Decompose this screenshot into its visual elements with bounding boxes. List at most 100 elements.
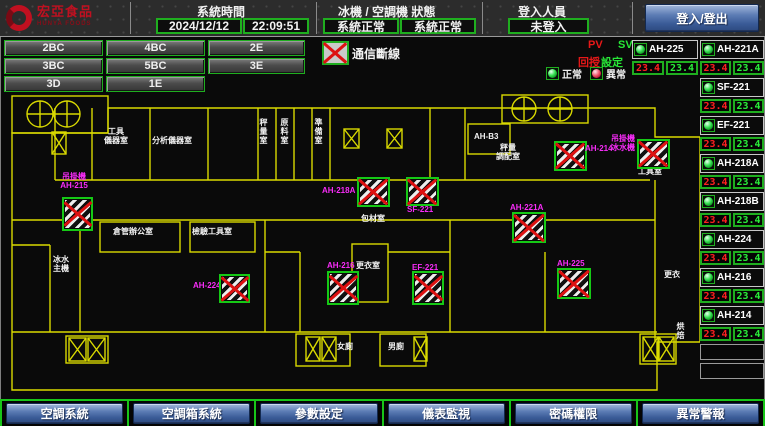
sv-value: 23.4 <box>733 175 764 189</box>
comm-loss-marker-ah-221a[interactable] <box>512 212 546 243</box>
floor-button-2bc[interactable]: 2BC <box>4 40 103 56</box>
unit-name: AH-214 <box>717 310 751 321</box>
pv-value: 23.4 <box>700 137 731 151</box>
comm-loss-marker-ah-215[interactable] <box>62 197 93 231</box>
room-label: 烘焙 <box>676 322 685 340</box>
normal-led-icon <box>546 67 559 80</box>
header-bar: 宏亞食品 HUNYA FOODS 系統時間 2024/12/12 22:09:5… <box>0 0 765 37</box>
comm-loss-marker-ef-221[interactable] <box>412 271 444 305</box>
room-label: 冰水 主機 <box>53 255 69 273</box>
unit-status-led-icon <box>702 309 715 322</box>
comm-loss-marker-ah-214[interactable] <box>554 141 587 171</box>
unit-ah-214[interactable]: AH-214 <box>700 306 764 325</box>
floor-button-3bc[interactable]: 3BC <box>4 58 103 74</box>
empty-unit-slot <box>700 344 764 360</box>
unit-sf-221[interactable]: SF-221 <box>700 78 764 97</box>
unit-name: AH-221A <box>717 44 759 55</box>
unit-ah-225[interactable]: AH-225 <box>632 40 698 59</box>
equipment-label: 吊掛機 冰水機 <box>610 134 636 152</box>
equipment-label: AH-221A <box>510 203 543 212</box>
floor-button-3d[interactable]: 3D <box>4 76 103 92</box>
empty-unit-slot <box>700 363 764 379</box>
unit-values: 23.4 23.4 <box>700 99 764 113</box>
abnormal-legend: 異常 <box>590 66 626 81</box>
divider <box>130 2 131 34</box>
unit-ah-218b[interactable]: AH-218B <box>700 192 764 211</box>
equipment-label: 吊掛機 AH-215 <box>56 172 92 190</box>
unit-status-led-icon <box>702 271 715 284</box>
comm-loss-marker-hoist[interactable] <box>637 139 670 169</box>
floor-button-5bc[interactable]: 5BC <box>106 58 205 74</box>
equipment-label: AH-214 <box>585 144 613 153</box>
room-label: AH-B3 <box>474 132 498 141</box>
floor-button-2e[interactable]: 2E <box>208 40 305 56</box>
equipment-label: AH-216 <box>327 261 355 270</box>
floor-button-3e[interactable]: 3E <box>208 58 305 74</box>
unit-values: 23.4 23.4 <box>700 175 764 189</box>
unit-name: AH-224 <box>717 234 751 245</box>
equipment-label: AH-224 <box>193 281 221 290</box>
unit-values: 23.4 23.4 <box>700 213 764 227</box>
comm-loss-marker-ah-225[interactable] <box>557 268 591 299</box>
equipment-label: AH-225 <box>557 259 585 268</box>
nav-meter-monitor-button[interactable]: 儀表監視 <box>388 403 505 424</box>
room-label: 女廁 <box>337 342 353 351</box>
room-label: 準備室 <box>314 118 323 145</box>
unit-values: 23.4 23.4 <box>700 137 764 151</box>
unit-status-led-icon <box>702 43 715 56</box>
equipment-label: AH-218A <box>322 186 355 195</box>
abnormal-legend-label: 異常 <box>606 66 626 81</box>
footer-nav: 空調系統 空調箱系統 參數設定 儀表監視 密碼權限 異常警報 <box>0 399 765 426</box>
unit-values: 23.4 23.4 <box>700 251 764 265</box>
chiller-status-value: 系統正常 <box>323 18 399 34</box>
unit-ah-221a[interactable]: AH-221A <box>700 40 764 59</box>
room-label: 包材室 <box>361 214 385 223</box>
comm-loss-legend-icon <box>322 41 349 65</box>
nav-password-auth-button[interactable]: 密碼權限 <box>515 403 632 424</box>
brand-name-en: HUNYA FOODS <box>37 18 93 31</box>
nav-alarm-button[interactable]: 異常警報 <box>642 403 759 424</box>
comm-loss-marker-ah-224[interactable] <box>219 274 250 303</box>
pv-value: 23.4 <box>700 289 731 303</box>
login-user-value: 未登入 <box>508 18 589 34</box>
nav-ac-system-button[interactable]: 空調系統 <box>6 403 123 424</box>
comm-loss-marker-sf-221[interactable] <box>406 177 439 206</box>
unit-status-led-icon <box>702 119 715 132</box>
room-label: 秤量 調配室 <box>496 143 520 161</box>
floor-button-1e[interactable]: 1E <box>106 76 205 92</box>
unit-ah-224[interactable]: AH-224 <box>700 230 764 249</box>
sv-value: 23.4 <box>733 251 764 265</box>
pv-value: 23.4 <box>632 61 664 75</box>
floor-button-4bc[interactable]: 4BC <box>106 40 205 56</box>
unit-name: SF-221 <box>717 82 750 93</box>
unit-ah-216[interactable]: AH-216 <box>700 268 764 287</box>
unit-status-led-icon <box>702 233 715 246</box>
pv-value: 23.4 <box>700 213 731 227</box>
login-logout-button[interactable]: 登入/登出 <box>645 4 759 32</box>
normal-legend-label: 正常 <box>562 66 582 81</box>
sv-value: 23.4 <box>733 137 764 151</box>
nav-parameter-set-button[interactable]: 參數設定 <box>260 403 377 424</box>
sv-value: 23.4 <box>733 289 764 303</box>
unit-ef-221[interactable]: EF-221 <box>700 116 764 135</box>
pv-value: 23.4 <box>700 61 731 75</box>
comm-loss-legend-label: 通信斷線 <box>352 45 400 62</box>
comm-loss-marker-ah-218a[interactable] <box>357 177 390 207</box>
pv-value: 23.4 <box>700 99 731 113</box>
unit-status-led-icon <box>634 43 647 56</box>
unit-name: AH-218B <box>717 196 759 207</box>
room-label: 秤量室 <box>259 118 268 145</box>
unit-status-led-icon <box>702 81 715 94</box>
company-logo: 宏亞食品 HUNYA FOODS <box>6 2 128 34</box>
unit-ah-218a[interactable]: AH-218A <box>700 154 764 173</box>
unit-name: AH-218A <box>717 158 759 169</box>
room-label: 分析儀器室 <box>152 136 192 145</box>
nav-ahu-system-button[interactable]: 空調箱系統 <box>133 403 250 424</box>
divider <box>316 2 317 34</box>
divider <box>632 2 633 34</box>
system-date-value: 2024/12/12 <box>156 18 242 34</box>
comm-loss-marker-ah-216[interactable] <box>327 271 359 305</box>
room-label: 男廁 <box>388 342 404 351</box>
normal-legend: 正常 <box>546 66 582 81</box>
unit-name: AH-216 <box>717 272 751 283</box>
